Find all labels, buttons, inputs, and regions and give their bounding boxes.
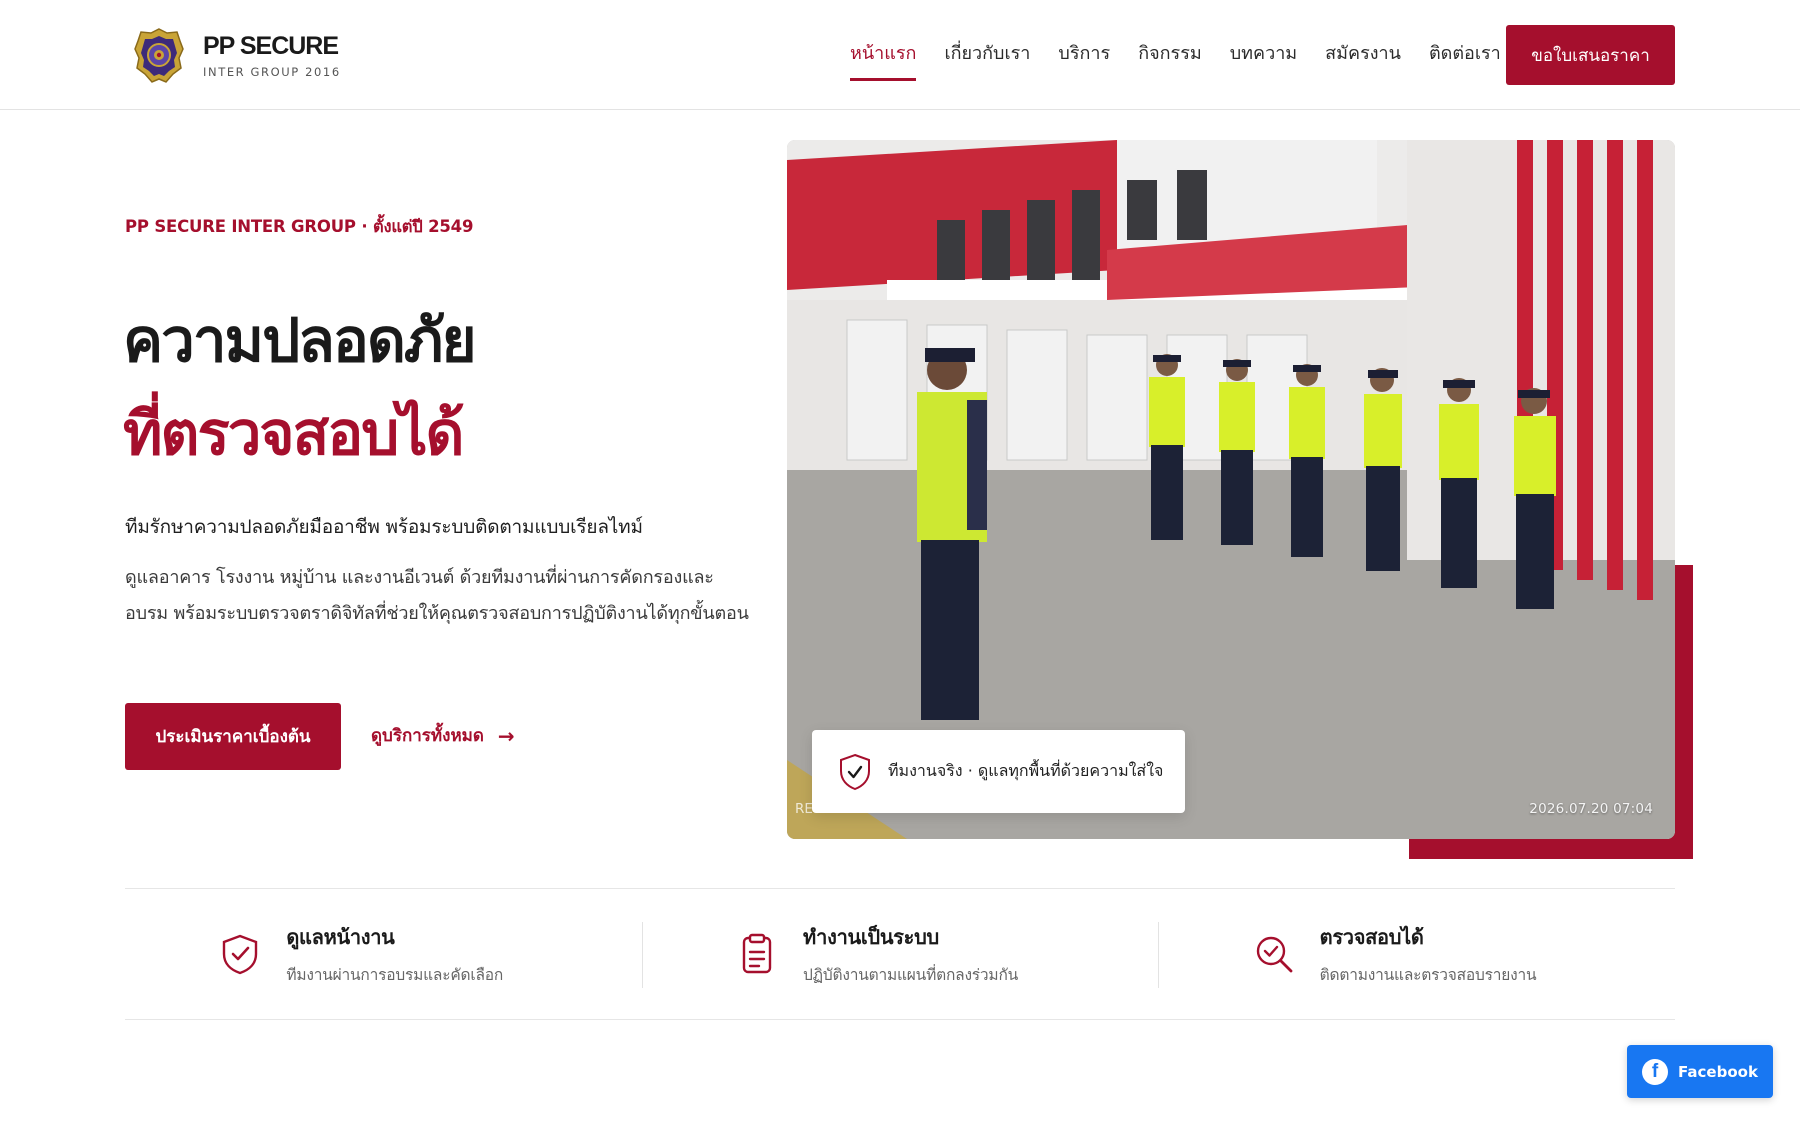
features-strip: ดูแลหน้างาน ทีมงานผ่านการอบรมและคัดเลือก…: [125, 888, 1675, 1020]
brand-tagline: INTER GROUP 2016: [203, 64, 341, 79]
photo-caption: ทีมงานจริง · ดูแลทุกพื้นที่ด้วยความใส่ใจ: [888, 761, 1164, 780]
hero-headline-line1: ความปลอดภัย: [123, 306, 477, 376]
hero-headline: ความปลอดภัย ที่ตรวจสอบได้: [123, 295, 477, 481]
facebook-label: Facebook: [1678, 1062, 1758, 1081]
feature-title: ทำงานเป็นระบบ: [803, 925, 939, 949]
feature-title: ตรวจสอบได้: [1319, 925, 1424, 949]
main-nav: หน้าแรก เกี่ยวกับเรา บริการ กิจกรรม บทคว…: [836, 40, 1515, 81]
feature-systematic: ทำงานเป็นระบบ ปฏิบัติงานตามแผนที่ตกลงร่ว…: [641, 889, 1159, 1019]
logo-link[interactable]: PP SECURE INTER GROUP 2016: [133, 27, 341, 85]
brand-name: PP SECURE: [203, 32, 339, 61]
feature-verifiable: ตรวจสอบได้ ติดตามงานและตรวจสอบรายงาน: [1158, 889, 1675, 1019]
arrow-right-icon: →: [497, 723, 515, 748]
hero-headline-line2: ที่ตรวจสอบได้: [123, 399, 464, 469]
hero-eyebrow: PP SECURE INTER GROUP · ตั้งแต่ปี 2549: [125, 217, 474, 236]
clipboard-icon: [742, 933, 772, 974]
facebook-button[interactable]: f Facebook: [1627, 1045, 1773, 1098]
view-all-services-label: ดูบริการทั้งหมด: [371, 726, 484, 746]
nav-item-about[interactable]: เกี่ยวกับเรา: [930, 40, 1044, 68]
shield-check-icon: [840, 753, 870, 790]
feature-title: ดูแลหน้างาน: [286, 925, 395, 949]
nav-item-home[interactable]: หน้าแรก: [836, 40, 930, 81]
feature-subtitle: ปฏิบัติงานตามแผนที่ตกลงร่วมกัน: [803, 966, 1019, 984]
site-header: PP SECURE INTER GROUP 2016 หน้าแรก เกี่ย…: [0, 0, 1800, 110]
nav-item-careers[interactable]: สมัครงาน: [1311, 40, 1415, 68]
request-quote-button[interactable]: ขอใบเสนอราคา: [1506, 25, 1675, 85]
shield-check-icon: [223, 934, 258, 975]
feature-subtitle: ทีมงานผ่านการอบรมและคัดเลือก: [286, 966, 504, 984]
feature-onsite-care: ดูแลหน้างาน ทีมงานผ่านการอบรมและคัดเลือก: [125, 889, 642, 1019]
nav-item-activities[interactable]: กิจกรรม: [1124, 40, 1216, 68]
nav-item-services[interactable]: บริการ: [1044, 40, 1124, 68]
photo-caption-card: ทีมงานจริง · ดูแลทุกพื้นที่ด้วยความใส่ใจ: [812, 730, 1185, 813]
police-badge-icon: [134, 28, 184, 83]
photo-timestamp: 2026.07.20 07:04: [1529, 801, 1653, 817]
view-all-services-link[interactable]: ดูบริการทั้งหมด →: [371, 722, 515, 749]
facebook-icon: f: [1642, 1058, 1669, 1085]
nav-item-contact[interactable]: ติดต่อเรา: [1415, 40, 1515, 68]
estimate-price-button[interactable]: ประเมินราคาเบื้องต้น: [125, 703, 341, 770]
feature-subtitle: ติดตามงานและตรวจสอบรายงาน: [1319, 966, 1537, 984]
search-check-icon: [1256, 936, 1293, 973]
nav-item-articles[interactable]: บทความ: [1216, 40, 1311, 68]
hero-description: ดูแลอาคาร โรงงาน หมู่บ้าน และงานอีเวนต์ …: [125, 567, 749, 624]
hero-lead: ทีมรักษาความปลอดภัยมืออาชีพ พร้อมระบบติด…: [125, 516, 643, 538]
